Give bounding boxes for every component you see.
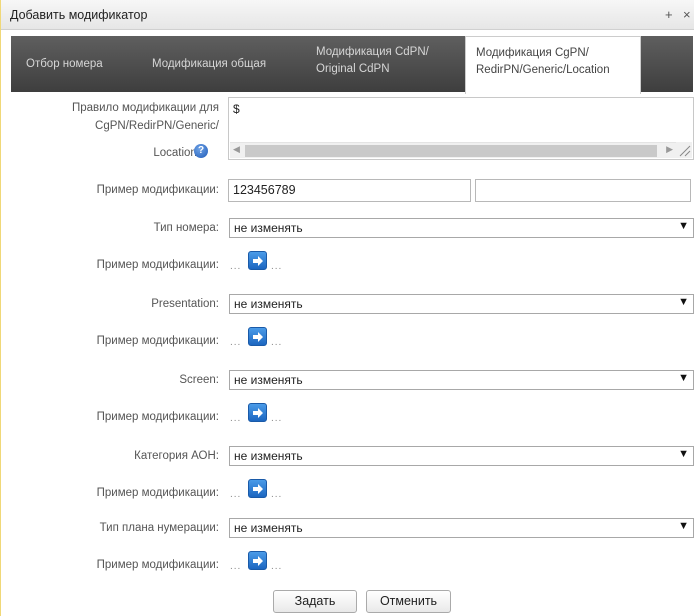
example-after-value: ... xyxy=(271,413,283,424)
example-output[interactable] xyxy=(475,179,691,202)
example-before-value: ... xyxy=(230,413,242,424)
field-select[interactable]: не изменять ▼ xyxy=(229,218,694,238)
field-select-value: не изменять xyxy=(234,449,303,463)
chevron-down-icon: ▼ xyxy=(678,372,689,384)
horizontal-scrollbar[interactable]: ◀ ▶ xyxy=(230,142,676,158)
dialog-title: Добавить модификатор xyxy=(10,8,148,22)
close-icon[interactable]: × xyxy=(683,7,691,22)
field-select[interactable]: не изменять ▼ xyxy=(229,446,694,466)
rule-label-line1: Правило модификации для xyxy=(71,102,219,114)
field-example-label: Пример модификации: xyxy=(96,487,219,499)
example-label: Пример модификации: xyxy=(96,184,219,196)
field-label: Тип плана нумерации: xyxy=(99,522,219,534)
rule-label-line2: CgPN/RedirPN/Generic/ xyxy=(95,120,219,132)
field-select-value: не изменять xyxy=(234,373,303,387)
arrow-right-icon xyxy=(253,484,263,494)
field-select[interactable]: не изменять ▼ xyxy=(229,370,694,390)
scrollbar-thumb[interactable] xyxy=(245,145,657,157)
rule-textarea[interactable]: $ ◀ ▶ xyxy=(228,97,694,160)
field-select[interactable]: не изменять ▼ xyxy=(229,518,694,538)
chevron-down-icon: ▼ xyxy=(678,520,689,532)
submit-button[interactable]: Задать xyxy=(273,590,357,613)
apply-example-button[interactable] xyxy=(248,403,267,422)
field-select[interactable]: не изменять ▼ xyxy=(229,294,694,314)
chevron-down-icon: ▼ xyxy=(678,448,689,460)
field-select-value: не изменять xyxy=(234,521,303,535)
tab-label: Отбор номера xyxy=(26,57,103,70)
apply-example-button[interactable] xyxy=(248,327,267,346)
field-label: Тип номера: xyxy=(153,222,219,234)
apply-example-button[interactable] xyxy=(248,251,267,270)
tab-label: Модификация CgPN/ xyxy=(476,47,589,59)
example-before-value: ... xyxy=(230,337,242,348)
example-after-value: ... xyxy=(271,561,283,572)
resize-handle-icon[interactable] xyxy=(676,142,692,158)
tab-number-selection[interactable]: Отбор номера xyxy=(26,36,141,92)
example-before-value: ... xyxy=(230,489,242,500)
field-example-label: Пример модификации: xyxy=(96,559,219,571)
cancel-button[interactable]: Отменить xyxy=(366,590,451,613)
arrow-right-icon xyxy=(253,556,263,566)
tab-label: Модификация CdPN/ xyxy=(316,46,429,58)
chevron-down-icon: ▼ xyxy=(678,296,689,308)
rule-label-line3: Location: xyxy=(153,147,200,159)
dialog-titlebar: Добавить модификатор + × xyxy=(1,0,694,30)
tab-cdpn-modification[interactable]: Модификация CdPN/ Original CdPN xyxy=(308,36,456,92)
field-example-label: Пример модификации: xyxy=(96,411,219,423)
arrow-right-icon xyxy=(253,256,263,266)
example-before-value: ... xyxy=(230,561,242,572)
example-input[interactable]: 123456789 xyxy=(228,179,471,202)
tab-label-line2: Original CdPN xyxy=(316,63,390,75)
help-icon[interactable]: ? xyxy=(194,144,208,158)
example-after-value: ... xyxy=(271,337,283,348)
rule-value: $ xyxy=(233,102,240,116)
tab-general-modification[interactable]: Модификация общая xyxy=(152,36,297,92)
field-select-value: не изменять xyxy=(234,221,303,235)
apply-example-button[interactable] xyxy=(248,551,267,570)
field-label: Presentation: xyxy=(151,298,219,310)
field-example-label: Пример модификации: xyxy=(96,259,219,271)
example-before-value: ... xyxy=(230,261,242,272)
field-select-value: не изменять xyxy=(234,297,303,311)
field-label: Screen: xyxy=(179,374,219,386)
example-after-value: ... xyxy=(271,489,283,500)
add-modifier-dialog: Добавить модификатор + × Отбор номера Мо… xyxy=(0,0,694,616)
tab-cgpn-modification[interactable]: Модификация CgPN/ RedirPN/Generic/Locati… xyxy=(465,36,641,94)
tab-label: Модификация общая xyxy=(152,57,267,70)
field-label: Категория АОН: xyxy=(134,450,219,462)
field-example-label: Пример модификации: xyxy=(96,335,219,347)
example-after-value: ... xyxy=(271,261,283,272)
chevron-down-icon: ▼ xyxy=(678,220,689,232)
maximize-icon[interactable]: + xyxy=(665,7,673,22)
apply-example-button[interactable] xyxy=(248,479,267,498)
tab-label-line2: RedirPN/Generic/Location xyxy=(476,64,610,76)
arrow-right-icon xyxy=(253,332,263,342)
tab-bar: Отбор номера Модификация общая Модификац… xyxy=(11,36,693,94)
arrow-right-icon xyxy=(253,408,263,418)
scroll-right-icon[interactable]: ▶ xyxy=(666,144,673,155)
scroll-left-icon[interactable]: ◀ xyxy=(233,144,240,155)
